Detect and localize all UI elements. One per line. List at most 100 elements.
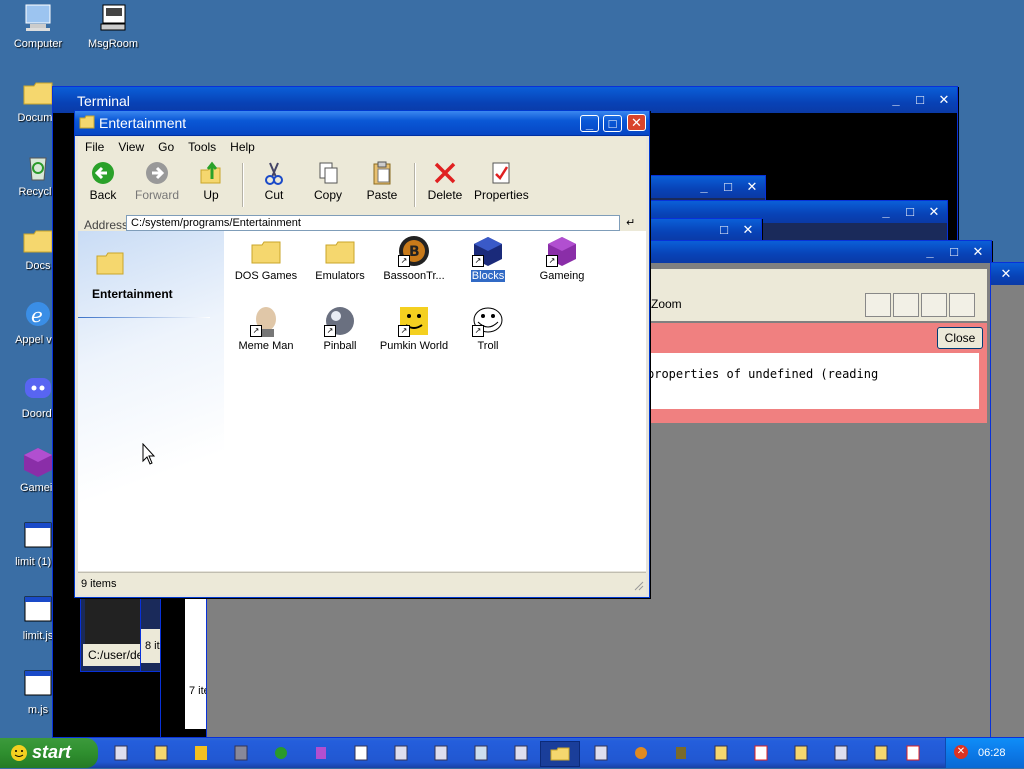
taskbar-app-5[interactable] [272,743,290,763]
taskbar-app-7[interactable] [352,743,370,763]
taskbar-app-10[interactable] [472,743,490,763]
menu-go[interactable]: Go [151,137,181,154]
file-item-dos-games[interactable]: DOS Games [228,235,304,282]
maximize-button[interactable]: □ [901,204,919,220]
zoom-label: Zoom [651,297,682,311]
svg-text:B: B [409,244,420,260]
taskbar: start ✕ 06:28 [0,738,1024,768]
folder-icon [79,115,95,129]
terminal-title: Terminal [77,93,130,109]
minimize-button[interactable]: _ [921,244,939,260]
address-input[interactable]: C:/system/programs/Entertainment [126,215,620,231]
maximize-button[interactable]: □ [715,222,733,238]
pinball-icon: ↗ [324,305,356,337]
taskbar-app-3[interactable] [192,743,210,763]
taskbar-app-14[interactable] [672,743,690,763]
window-file-icon [22,668,54,700]
msgroom-icon [97,2,129,34]
maximize-button[interactable]: □ [719,179,737,195]
desktop-icon-computer[interactable]: Computer [0,2,76,50]
maximize-button[interactable]: □ [945,244,963,260]
forward-button[interactable]: Forward [132,161,182,202]
folder-icon [250,235,282,267]
file-item-pumkin-world[interactable]: ↗ Pumkin World [376,305,452,352]
taskbar-app-8[interactable] [392,743,410,763]
minimize-button[interactable]: _ [877,204,895,220]
settings-icon[interactable] [949,293,975,317]
taskbar-app-11[interactable] [512,743,530,763]
purple-cube-icon: ↗ [546,235,578,267]
minimize-button[interactable]: _ [887,92,905,108]
explorer-titlebar[interactable]: Entertainment _ □ ✕ [75,111,649,136]
clock[interactable]: 06:28 [978,747,1006,759]
taskbar-app-15[interactable] [712,743,730,763]
minimize-button[interactable]: _ [695,179,713,195]
file-item-pinball[interactable]: ↗ Pinball [302,305,378,352]
close-button[interactable]: ✕ [627,114,646,131]
close-dialog-button[interactable]: Close [937,327,983,349]
paste-button[interactable]: Paste [357,161,407,202]
internet-explorer-icon: e [22,298,54,330]
error-notification-icon[interactable]: ✕ [954,745,968,759]
go-arrow-icon[interactable]: ↵ [626,216,642,230]
up-button[interactable]: Up [186,161,236,202]
close-button[interactable]: ✕ [969,244,987,260]
recycle-bin-icon [22,150,54,182]
taskbar-app-1[interactable] [112,743,130,763]
taskbar-app-active[interactable] [540,741,580,767]
explorer-window[interactable]: Entertainment _ □ ✕ File View Go Tools Help … [74,110,650,598]
resize-grip-icon[interactable] [634,581,644,591]
side-panel: Entertainment [78,231,224,571]
cut-button[interactable]: Cut [249,161,299,202]
taskbar-app-12[interactable] [592,743,610,763]
menu-tools[interactable]: Tools [181,137,223,154]
discord-icon [22,372,54,404]
back-button[interactable]: Back [78,161,128,202]
file-item-gameing[interactable]: ↗ Gameing [524,235,600,282]
file-item-bassoon[interactable]: B ↗ BassoonTr... [376,235,452,282]
system-tray: ✕ 06:28 [945,738,1024,768]
taskbar-app-19[interactable] [872,743,890,763]
taskbar-app-9[interactable] [432,743,450,763]
taskbar-app-18[interactable] [832,743,850,763]
folder-icon[interactable] [893,293,919,317]
path-text: C:/user/de [88,648,144,662]
print-icon[interactable] [921,293,947,317]
taskbar-app-13[interactable] [632,743,650,763]
file-item-meme-man[interactable]: ↗ Meme Man [228,305,304,352]
taskbar-app-20[interactable] [904,743,922,763]
menu-file[interactable]: File [78,137,111,154]
background-window-edge[interactable]: ✕ [990,262,1024,738]
taskbar-app-2[interactable] [152,743,170,763]
taskbar-app-6[interactable] [312,743,330,763]
close-button[interactable]: ✕ [925,204,943,220]
close-button[interactable]: ✕ [743,179,761,195]
close-button[interactable]: ✕ [997,266,1015,282]
maximize-button[interactable]: □ [603,115,622,132]
desktop-icon-msgroom[interactable]: MsgRoom [75,2,151,50]
window-file-icon [22,520,54,552]
start-button[interactable]: start [0,738,98,768]
window-file-icon [22,594,54,626]
delete-button[interactable]: Delete [420,161,470,202]
minimize-button[interactable]: _ [580,115,599,132]
smiley-icon [10,744,28,762]
file-item-troll[interactable]: ↗ Troll [450,305,526,352]
copy-icon [315,161,341,185]
taskbar-app-16[interactable] [752,743,770,763]
taskbar-app-4[interactable] [232,743,250,763]
purple-cube-icon [22,446,54,478]
copy-button[interactable]: Copy [303,161,353,202]
close-button[interactable]: ✕ [935,92,953,108]
status-text: 9 items [81,578,117,590]
file-item-emulators[interactable]: Emulators [302,235,378,282]
error-panel: Close properties of undefined (reading [647,323,987,423]
properties-button[interactable]: Properties [474,161,529,202]
comment-icon[interactable] [865,293,891,317]
menu-help[interactable]: Help [223,137,262,154]
menu-view[interactable]: View [111,137,151,154]
file-item-blocks[interactable]: ↗ Blocks [450,235,526,283]
close-button[interactable]: ✕ [739,222,757,238]
maximize-button[interactable]: □ [911,92,929,108]
taskbar-app-17[interactable] [792,743,810,763]
